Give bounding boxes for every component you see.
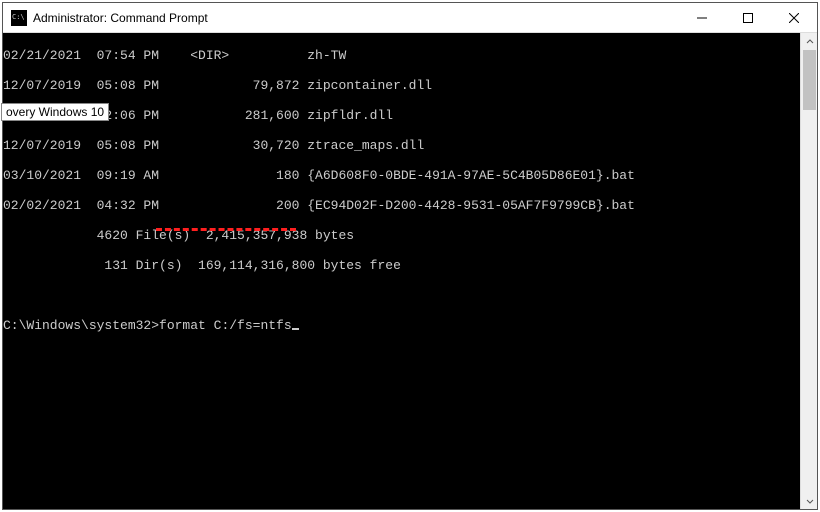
prompt-line: C:\Windows\system32>format C:/fs=ntfs xyxy=(3,318,800,333)
cmd-icon xyxy=(11,10,27,26)
tooltip: overy Windows 10 xyxy=(1,103,109,121)
window-title: Administrator: Command Prompt xyxy=(33,11,208,25)
output-line: 131 Dir(s) 169,114,316,800 bytes free xyxy=(3,258,800,273)
minimize-button[interactable] xyxy=(679,3,725,33)
minimize-icon xyxy=(697,13,707,23)
close-icon xyxy=(789,13,799,23)
output-line: 02/21/2021 07:54 PM <DIR> zh-TW xyxy=(3,48,800,63)
typed-command: format C:/fs=ntfs xyxy=(159,318,292,333)
vertical-scrollbar[interactable] xyxy=(800,33,817,509)
output-line xyxy=(3,288,800,303)
output-line: 4620 File(s) 2,415,357,938 bytes xyxy=(3,228,800,243)
chevron-down-icon xyxy=(806,497,814,505)
scrollbar-thumb[interactable] xyxy=(803,50,816,110)
close-button[interactable] xyxy=(771,3,817,33)
command-prompt-window: Administrator: Command Prompt 02/21/2021… xyxy=(2,2,818,510)
annotation-underline xyxy=(156,228,296,231)
terminal-output[interactable]: 02/21/2021 07:54 PM <DIR> zh-TW 12/07/20… xyxy=(3,33,800,509)
output-line: 02/02/2021 04:32 PM 200 {EC94D02F-D200-4… xyxy=(3,198,800,213)
output-line: 12/07/2019 05:08 PM 30,720 ztrace_maps.d… xyxy=(3,138,800,153)
output-line: 12:06 PM 281,600 zipfldr.dll xyxy=(3,108,800,123)
output-line: 12/07/2019 05:08 PM 79,872 zipcontainer.… xyxy=(3,78,800,93)
chevron-up-icon xyxy=(806,38,814,46)
titlebar[interactable]: Administrator: Command Prompt xyxy=(3,3,817,33)
scroll-down-button[interactable] xyxy=(801,492,818,509)
client-area: 02/21/2021 07:54 PM <DIR> zh-TW 12/07/20… xyxy=(3,33,817,509)
maximize-button[interactable] xyxy=(725,3,771,33)
maximize-icon xyxy=(743,13,753,23)
prompt-path: C:\Windows\system32> xyxy=(3,318,159,333)
text-cursor xyxy=(292,328,299,330)
output-line: 03/10/2021 09:19 AM 180 {A6D608F0-0BDE-4… xyxy=(3,168,800,183)
scroll-up-button[interactable] xyxy=(801,33,818,50)
